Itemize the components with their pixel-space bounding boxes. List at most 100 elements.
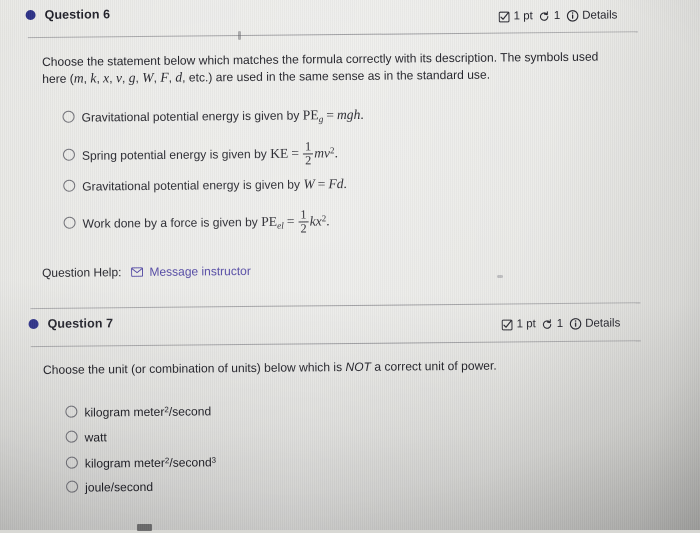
question-6-prompt-line2-post: , etc.) are used in the same sense as in… bbox=[182, 67, 490, 84]
radio-button[interactable] bbox=[66, 481, 78, 493]
formula-Fd: Fd bbox=[328, 176, 343, 191]
radio-button[interactable] bbox=[66, 431, 78, 443]
option-text: Work done by a force is given by bbox=[83, 215, 258, 231]
fraction-denominator: 2 bbox=[303, 153, 313, 167]
formula-period: . bbox=[334, 145, 338, 160]
symbol-x: x bbox=[103, 70, 109, 85]
option-text-base: kilogram meter bbox=[84, 405, 164, 420]
points-value: 1 pt bbox=[514, 10, 533, 22]
option-label[interactable]: Gravitational potential energy is given … bbox=[82, 176, 347, 195]
formula-fraction-half: 12 bbox=[298, 208, 308, 234]
points-value: 1 pt bbox=[517, 318, 536, 330]
symbol-v: v bbox=[116, 70, 122, 85]
formula-fraction-half: 12 bbox=[303, 140, 313, 166]
question-6-title: Question 6 bbox=[45, 7, 111, 22]
attempts-group: 1 bbox=[542, 318, 564, 330]
question-7-title: Question 7 bbox=[47, 316, 113, 331]
details-group[interactable]: Details bbox=[569, 317, 620, 329]
question-status-bullet bbox=[26, 10, 36, 20]
formula-kx: kx bbox=[310, 213, 322, 228]
symbol-k: k bbox=[90, 70, 96, 85]
question-6-option-4[interactable]: Work done by a force is given by PEel=12… bbox=[63, 208, 329, 237]
option-text-base: joule/second bbox=[85, 480, 153, 495]
details-label[interactable]: Details bbox=[585, 317, 620, 329]
details-group[interactable]: Details bbox=[566, 9, 617, 21]
radio-button[interactable] bbox=[63, 149, 75, 161]
option-label[interactable]: Spring potential energy is given by KE=1… bbox=[82, 140, 338, 169]
photo-artifact-speck bbox=[238, 31, 241, 40]
option-label[interactable]: joule/second bbox=[85, 480, 153, 495]
question-7-prompt-post: a correct unit of power. bbox=[371, 359, 497, 374]
option-label[interactable]: kilogram meter2/second bbox=[84, 404, 211, 419]
retry-icon bbox=[542, 319, 553, 330]
question-6-header: Question 6 1 pt 1 bbox=[0, 0, 698, 29]
option-text: Gravitational potential energy is given … bbox=[82, 108, 300, 124]
option-text: Spring potential energy is given by bbox=[82, 147, 267, 163]
info-circle-icon[interactable] bbox=[569, 318, 581, 330]
envelope-icon[interactable] bbox=[131, 267, 143, 277]
option-exponent-2: 3 bbox=[212, 456, 217, 465]
radio-button[interactable] bbox=[65, 406, 77, 418]
option-text: Gravitational potential energy is given … bbox=[82, 177, 300, 193]
question-6-help-row: Question Help: Message instructor bbox=[42, 264, 251, 280]
option-label[interactable]: Work done by a force is given by PEel=12… bbox=[82, 208, 329, 237]
option-label[interactable]: kilogram meter2/second3 bbox=[85, 455, 216, 470]
points-group: 1 pt bbox=[499, 10, 533, 22]
option-text-mid: /second bbox=[169, 455, 211, 469]
symbol-g: g bbox=[129, 70, 136, 85]
formula-equals: = bbox=[323, 107, 337, 122]
option-label[interactable]: Gravitational potential energy is given … bbox=[81, 107, 363, 127]
question-7-header: Question 7 1 pt 1 bbox=[0, 305, 700, 338]
fraction-numerator: 1 bbox=[303, 140, 313, 153]
formula-PE: PE bbox=[303, 107, 319, 122]
retry-icon bbox=[539, 11, 550, 22]
question-6-prompt-line2-pre: here ( bbox=[42, 71, 74, 85]
fraction-denominator: 2 bbox=[298, 221, 308, 235]
formula-mv: mv bbox=[314, 145, 330, 160]
formula-equals: = bbox=[315, 176, 329, 191]
question-help-label: Question Help: bbox=[42, 265, 122, 280]
symbol-W: W bbox=[142, 69, 153, 84]
radio-button[interactable] bbox=[64, 217, 76, 229]
formula-equals: = bbox=[284, 214, 298, 229]
formula-KE: KE bbox=[270, 146, 288, 161]
question-6-title-group: Question 6 bbox=[26, 7, 111, 22]
formula-period: . bbox=[343, 176, 347, 191]
question-7-prompt-emphasis: NOT bbox=[345, 360, 371, 374]
photo-artifact-speck-2 bbox=[497, 275, 503, 278]
question-7-divider-bottom bbox=[31, 340, 641, 347]
question-6-prompt: Choose the statement below which matches… bbox=[42, 48, 637, 87]
fraction-numerator: 1 bbox=[298, 208, 308, 221]
question-6-prompt-line1: Choose the statement below which matches… bbox=[42, 50, 598, 69]
question-6-option-3[interactable]: Gravitational potential energy is given … bbox=[63, 176, 347, 195]
radio-button[interactable] bbox=[66, 457, 78, 469]
message-instructor-label[interactable]: Message instructor bbox=[149, 264, 251, 279]
message-instructor-link[interactable]: Message instructor bbox=[131, 264, 251, 279]
question-7-option-1[interactable]: kilogram meter2/second bbox=[65, 403, 211, 419]
points-group: 1 pt bbox=[502, 318, 536, 330]
formula-period: . bbox=[360, 107, 364, 122]
details-label[interactable]: Details bbox=[582, 9, 617, 21]
attempts-value: 1 bbox=[554, 10, 561, 22]
attempts-group: 1 bbox=[539, 10, 561, 22]
formula-PE: PE bbox=[261, 214, 277, 229]
formula-W: W bbox=[303, 176, 314, 191]
question-7-meta: 1 pt 1 Deta bbox=[502, 317, 621, 330]
question-7-title-group: Question 7 bbox=[28, 316, 113, 331]
symbol-m: m bbox=[74, 70, 84, 85]
option-label[interactable]: watt bbox=[85, 430, 107, 444]
radio-button[interactable] bbox=[63, 111, 75, 123]
question-7-option-4[interactable]: joule/second bbox=[66, 479, 153, 495]
radio-button[interactable] bbox=[63, 180, 75, 192]
question-6-option-2[interactable]: Spring potential energy is given by KE=1… bbox=[63, 140, 338, 169]
attempts-value: 1 bbox=[557, 318, 564, 330]
question-7-option-2[interactable]: watt bbox=[66, 429, 107, 444]
symbol-F: F bbox=[160, 69, 168, 84]
info-circle-icon[interactable] bbox=[566, 10, 578, 22]
formula-period: . bbox=[326, 213, 330, 228]
checkbox-square-icon bbox=[499, 11, 510, 22]
question-6-option-1[interactable]: Gravitational potential energy is given … bbox=[62, 107, 363, 128]
checkbox-square-icon bbox=[502, 319, 513, 330]
question-7-option-3[interactable]: kilogram meter2/second3 bbox=[66, 454, 216, 470]
option-text-base: watt bbox=[85, 430, 107, 444]
